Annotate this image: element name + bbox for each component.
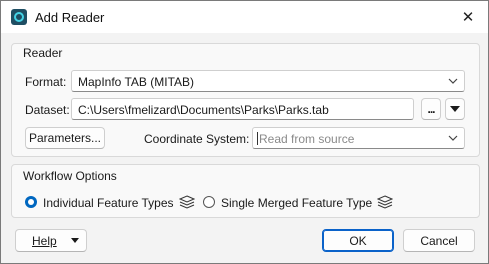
dialog-title: Add Reader [35,10,105,25]
single-merged-feature-type-label[interactable]: Single Merged Feature Type [221,196,372,210]
fme-app-icon [11,9,27,25]
title-bar: Add Reader ✕ [1,1,488,33]
cancel-button[interactable]: Cancel [403,229,475,252]
format-select[interactable]: MapInfo TAB (MITAB) [71,70,465,92]
single-merged-feature-type-radio[interactable] [203,196,215,208]
reader-group-title: Reader [23,46,63,60]
merged-layers-icon [377,195,393,209]
chevron-down-icon [448,78,458,84]
format-label: Format: [25,75,67,89]
workflow-options-title: Workflow Options [23,169,117,183]
layers-icon [179,195,195,209]
text-cursor [257,132,258,145]
close-icon[interactable]: ✕ [456,5,480,29]
parameters-button[interactable]: Parameters... [25,127,105,149]
format-value: MapInfo TAB (MITAB) [78,75,195,89]
help-label: Help [32,233,57,248]
individual-feature-types-radio[interactable] [25,196,37,208]
help-button[interactable]: Help [15,229,87,252]
coordinate-system-select[interactable]: Read from source [252,127,465,149]
caret-down-icon [71,238,79,243]
dataset-options-button[interactable] [445,98,465,120]
individual-feature-types-label[interactable]: Individual Feature Types [43,196,174,210]
add-reader-dialog: Add Reader ✕ Reader Format: MapInfo TAB … [0,0,489,264]
caret-down-icon [450,106,460,112]
dataset-input[interactable]: C:\Users\fmelizard\Documents\Parks\Parks… [71,98,414,120]
dataset-value: C:\Users\fmelizard\Documents\Parks\Parks… [78,103,329,117]
chevron-down-icon [448,135,458,141]
coordinate-system-placeholder: Read from source [259,132,355,146]
browse-button[interactable]: ... [421,98,441,120]
ok-button[interactable]: OK [322,229,394,252]
coordinate-system-label: Coordinate System: [144,132,250,146]
dataset-label: Dataset: [25,103,70,117]
